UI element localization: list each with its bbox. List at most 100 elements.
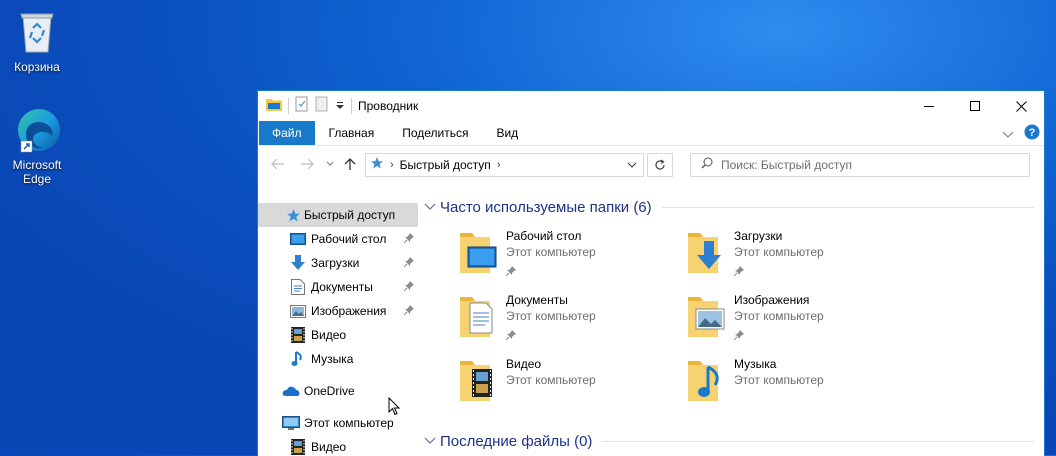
refresh-button[interactable] xyxy=(647,153,673,177)
divider xyxy=(602,440,1034,442)
nav-item-label: Быстрый доступ xyxy=(304,208,396,222)
desktop-icon xyxy=(289,231,307,247)
nav-item-label: OneDrive xyxy=(304,384,355,398)
folder-name: Видео xyxy=(506,357,542,371)
pin-icon[interactable] xyxy=(403,304,414,318)
nav-item-videos-pc[interactable]: Видео xyxy=(258,435,418,456)
breadcrumb-separator-icon[interactable]: › xyxy=(390,159,394,171)
search-box[interactable]: Поиск: Быстрый доступ xyxy=(690,153,1030,177)
folder-name: Документы xyxy=(506,293,568,307)
pin-icon[interactable] xyxy=(733,263,744,281)
back-arrow-icon[interactable] xyxy=(269,155,287,173)
desktop-folder-icon xyxy=(458,227,498,275)
star-icon xyxy=(284,207,302,223)
folder-location: Этот компьютер xyxy=(734,245,824,259)
maximize-button[interactable] xyxy=(952,91,998,121)
folder-app-icon xyxy=(266,97,282,116)
new-folder-icon[interactable] xyxy=(315,96,329,117)
help-icon[interactable]: ? xyxy=(1024,124,1040,145)
nav-item-label: Документы xyxy=(311,280,373,294)
pin-icon[interactable] xyxy=(505,263,516,281)
tab-view[interactable]: Вид xyxy=(482,121,532,145)
nav-item-desktop[interactable]: Рабочий стол xyxy=(258,227,418,251)
folder-name: Изображения xyxy=(734,293,810,307)
desktop-icon-label-line2: Edge xyxy=(22,172,52,186)
folder-location: Этот компьютер xyxy=(734,309,824,323)
divider xyxy=(661,206,1034,208)
content-area: Часто используемые папки (6) Рабочий сто… xyxy=(418,187,1044,456)
chevron-down-icon[interactable] xyxy=(424,198,436,216)
nav-item-quick-access[interactable]: Быстрый доступ xyxy=(258,203,418,227)
folder-name: Загрузки xyxy=(734,229,783,243)
group-recent-files[interactable]: Последние файлы (0) xyxy=(424,430,1034,452)
nav-item-documents[interactable]: Документы xyxy=(258,275,418,299)
folder-location: Этот компьютер xyxy=(506,309,596,323)
nav-item-label: Рабочий стол xyxy=(311,232,387,246)
edge-icon xyxy=(12,106,62,154)
expand-ribbon-icon[interactable] xyxy=(1002,126,1014,144)
nav-item-downloads[interactable]: Загрузки xyxy=(258,251,418,275)
breadcrumb-separator-icon[interactable]: › xyxy=(497,159,501,171)
folder-location: Этот компьютер xyxy=(506,245,596,259)
chevron-down-icon[interactable] xyxy=(424,432,436,450)
cloud-icon xyxy=(282,383,300,399)
group-frequent-folders[interactable]: Часто используемые папки (6) xyxy=(424,196,1034,218)
video-icon xyxy=(289,327,307,343)
nav-item-videos[interactable]: Видео xyxy=(258,323,418,347)
pin-icon[interactable] xyxy=(403,232,414,246)
recent-locations-icon[interactable] xyxy=(321,155,339,173)
title-bar[interactable]: Проводник xyxy=(258,91,1044,121)
pin-icon[interactable] xyxy=(505,327,516,345)
pin-icon[interactable] xyxy=(403,280,414,294)
downloads-folder-icon xyxy=(686,227,726,275)
music-folder-icon xyxy=(686,355,726,403)
forward-arrow-icon[interactable] xyxy=(298,155,316,173)
desktop-icon-label-line1: Microsoft xyxy=(12,158,62,172)
ribbon-tabs: Файл Главная Поделиться Вид ? xyxy=(258,121,1044,146)
nav-item-label: Изображения xyxy=(311,304,387,318)
desktop-icon-recycle-bin[interactable]: Корзина xyxy=(1,8,73,74)
nav-item-music[interactable]: Музыка xyxy=(258,347,418,371)
download-icon xyxy=(289,255,307,271)
star-icon xyxy=(370,156,384,175)
breadcrumb-quick-access[interactable]: Быстрый доступ xyxy=(400,158,491,172)
pin-icon[interactable] xyxy=(733,327,744,345)
folder-tile-pictures[interactable]: Изображения Этот компьютер xyxy=(686,291,906,347)
tab-home[interactable]: Главная xyxy=(315,121,389,145)
desktop-icon-edge[interactable]: Microsoft Edge xyxy=(1,106,73,186)
nav-item-label: Этот компьютер xyxy=(304,416,394,430)
address-row: › Быстрый доступ › Поиск: Быстрый доступ xyxy=(258,146,1044,182)
folder-location: Этот компьютер xyxy=(734,373,824,387)
folder-tile-music[interactable]: Музыка Этот компьютер xyxy=(686,355,906,411)
folder-tile-desktop[interactable]: Рабочий стол Этот компьютер xyxy=(458,227,678,283)
address-dropdown-icon[interactable] xyxy=(621,154,643,176)
nav-item-label: Видео xyxy=(311,440,347,454)
address-bar[interactable]: › Быстрый доступ › xyxy=(365,153,644,177)
folder-location: Этот компьютер xyxy=(506,373,596,387)
folder-name: Музыка xyxy=(734,357,777,371)
folder-tile-videos[interactable]: Видео Этот компьютер xyxy=(458,355,678,411)
tab-file[interactable]: Файл xyxy=(259,121,315,145)
group-header: Последние файлы (0) xyxy=(440,432,593,450)
recycle-bin-icon xyxy=(12,8,62,56)
nav-item-label: Видео xyxy=(311,328,347,342)
videos-folder-icon xyxy=(458,355,498,403)
nav-item-pictures[interactable]: Изображения xyxy=(258,299,418,323)
folder-name: Рабочий стол xyxy=(506,229,582,243)
minimize-button[interactable] xyxy=(906,91,952,121)
properties-icon[interactable] xyxy=(295,96,309,117)
mouse-cursor-icon xyxy=(388,396,401,421)
pin-icon[interactable] xyxy=(403,256,414,270)
folder-tile-downloads[interactable]: Загрузки Этот компьютер xyxy=(686,227,906,283)
search-placeholder: Поиск: Быстрый доступ xyxy=(721,158,853,172)
nav-item-label: Загрузки xyxy=(311,256,360,270)
group-header: Часто используемые папки (6) xyxy=(440,198,652,216)
folder-tile-documents[interactable]: Документы Этот компьютер xyxy=(458,291,678,347)
pictures-icon xyxy=(289,303,307,319)
up-arrow-icon[interactable] xyxy=(341,155,359,173)
close-button[interactable] xyxy=(998,91,1044,121)
customize-dropdown-icon[interactable] xyxy=(335,97,345,115)
tab-share[interactable]: Поделиться xyxy=(388,121,482,145)
explorer-window[interactable]: Проводник Файл Главная Поделиться Вид ? xyxy=(257,90,1045,456)
pictures-folder-icon xyxy=(686,291,726,339)
